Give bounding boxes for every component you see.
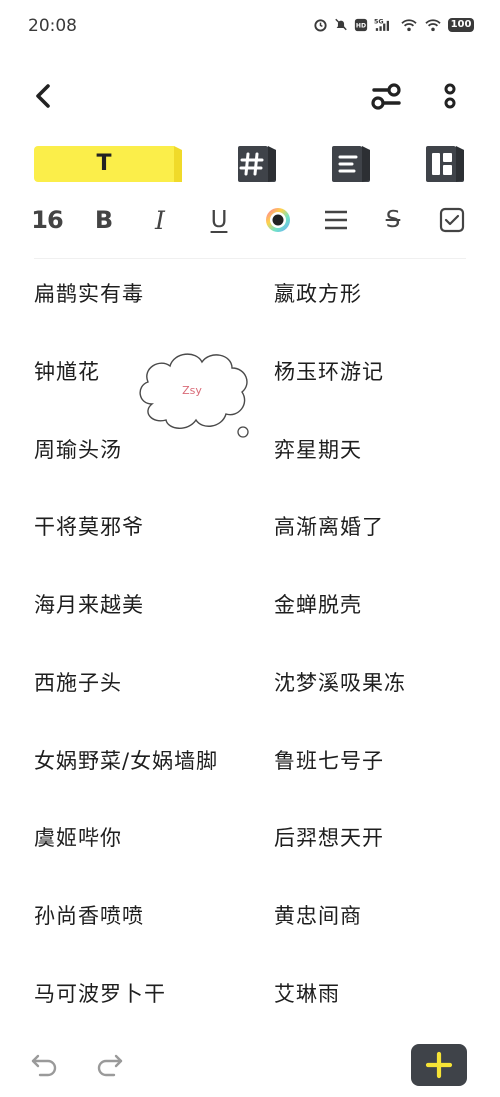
list-tab[interactable] [330,144,372,184]
list-item[interactable]: 杨玉环游记 [274,358,384,386]
back-button[interactable] [26,76,62,116]
list-item[interactable]: 黄忠间商 [274,902,362,930]
toolbar-divider [34,258,466,259]
chevron-left-icon [36,84,50,108]
bottom-bar [0,1038,500,1090]
add-button[interactable] [411,1044,467,1086]
filter-button[interactable] [366,76,406,116]
list-item[interactable]: 虞姬哔你 [34,824,122,852]
cellular-signal-icon: 5G [374,19,389,31]
align-lines-icon [325,210,347,230]
thought-bubble-sticker[interactable]: Zsy [134,346,254,438]
list-item[interactable]: 艾琳雨 [274,980,340,1008]
format-bar: 16 B I U S [0,200,500,240]
list-item[interactable]: 西施子头 [34,669,122,697]
list-item[interactable]: 金蝉脱壳 [274,591,362,619]
wifi-icon [401,18,417,31]
status-time: 20:08 [28,16,77,36]
text-color-button[interactable] [264,200,292,240]
hd-icon: HD [354,18,368,31]
more-vertical-icon [444,83,456,109]
list-item[interactable]: 钟馗花 [34,358,100,386]
list-item[interactable]: 周瑜头汤 [34,436,122,464]
svg-text:5G: 5G [374,19,384,26]
wifi-secondary-icon [425,18,441,31]
list-item[interactable]: 鲁班七号子 [274,747,384,775]
text-tab-shade [174,146,182,182]
svg-text:HD: HD [356,22,366,29]
list-item[interactable]: 马可波罗卜干 [34,980,166,1008]
sticker-text: Zsy [182,384,202,397]
bold-button[interactable]: B [90,200,118,240]
nav-bar [0,74,500,118]
alarm-icon [314,19,327,32]
tool-tabs: T [0,140,500,190]
list-item[interactable]: 沈梦溪吸果冻 [274,669,406,697]
undo-button[interactable] [30,1050,60,1080]
list-item[interactable]: 干将莫邪爷 [34,513,144,541]
checkbox-icon [439,207,465,233]
battery-indicator: 100 [448,17,474,32]
layout-tab[interactable] [424,144,466,184]
color-wheel-icon [266,208,290,232]
text-tab-label: T [96,151,112,176]
list-item[interactable]: 高渐离婚了 [274,513,384,541]
underline-button[interactable]: U [206,200,232,240]
plus-icon [425,1051,453,1079]
strikethrough-button[interactable]: S [380,200,406,240]
italic-button[interactable]: I [148,200,172,240]
list-item[interactable]: 弈星期天 [274,436,362,464]
checkbox-button[interactable] [438,200,466,240]
list-item[interactable]: 孙尚香喷喷 [34,902,144,930]
list-item[interactable]: 嬴政方形 [274,280,362,308]
mute-icon [335,18,347,31]
list-item[interactable]: 海月来越美 [34,591,144,619]
undo-icon [31,1054,57,1077]
text-style-tab[interactable]: T [34,146,182,182]
list-icon [332,146,370,182]
list-item[interactable]: 后羿想天开 [274,824,384,852]
list-item[interactable]: 女娲野菜/女娲墙脚 [34,747,218,775]
align-button[interactable] [322,200,350,240]
layout-icon [426,146,464,182]
redo-button[interactable] [94,1050,124,1080]
hashtag-icon [238,146,276,182]
font-size-button[interactable]: 16 [31,200,63,240]
redo-icon [97,1054,123,1077]
status-icons: HD 5G 100 [313,17,474,32]
sliders-icon [371,83,401,110]
hashtag-tab[interactable] [236,144,278,184]
more-options-button[interactable] [436,76,464,116]
list-item[interactable]: 扁鹊实有毒 [34,280,144,308]
status-bar: 20:08 HD 5G 100 [0,0,500,54]
